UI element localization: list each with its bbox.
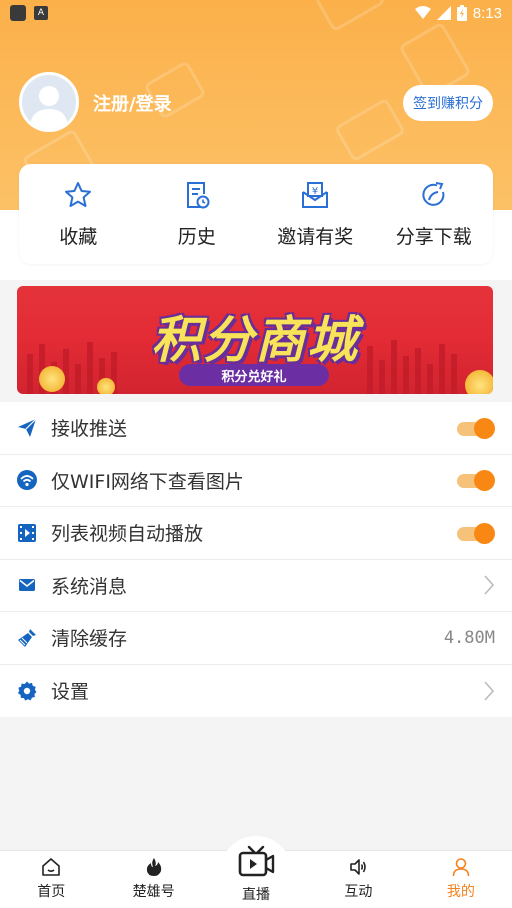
avatar[interactable]	[19, 72, 79, 132]
fire-icon	[146, 858, 161, 876]
share-icon	[422, 182, 445, 206]
nav-label: 我的	[446, 884, 475, 900]
nav-live[interactable]: 直播	[220, 836, 292, 908]
quick-action-label: 邀请有奖	[277, 226, 354, 248]
setting-clear-cache[interactable]: 清除缓存 4.80M	[0, 612, 512, 665]
battery-icon	[456, 5, 467, 21]
default-avatar-icon	[30, 86, 68, 129]
invite-icon: ¥	[302, 182, 329, 208]
quick-action-invite[interactable]: ¥ 邀请有奖	[256, 164, 375, 264]
push-toggle[interactable]	[457, 416, 495, 440]
wifi-images-toggle[interactable]	[457, 468, 495, 492]
quick-action-favorites[interactable]: 收藏	[19, 164, 138, 264]
video-icon	[17, 523, 37, 543]
gear-icon	[17, 681, 37, 701]
banner-subtitle: 积分兑好礼	[179, 364, 329, 386]
keyboard-notification-icon: A	[34, 6, 48, 20]
status-bar: A 8:13	[0, 0, 512, 26]
nav-home[interactable]: 首页	[0, 851, 102, 908]
nav-mine[interactable]: 我的	[410, 851, 512, 908]
coin-decoration	[465, 370, 493, 394]
nav-interact[interactable]: 互动	[307, 851, 409, 908]
star-icon	[65, 182, 92, 207]
header-decoration	[334, 97, 406, 163]
settings-list: 接收推送 仅WIFI网络下查看图片 列表视频自动播放 系统消息 清除缓存 4.8…	[0, 402, 512, 717]
setting-label: 设置	[51, 681, 90, 704]
clock: 8:13	[472, 4, 502, 22]
live-tv-icon	[238, 845, 275, 877]
broom-icon	[17, 628, 37, 648]
cache-size: 4.80M	[443, 627, 495, 648]
quick-action-share[interactable]: 分享下载	[375, 164, 494, 264]
checkin-button[interactable]: 签到赚积分	[403, 85, 493, 121]
chevron-right-icon	[484, 681, 495, 701]
points-mall-banner[interactable]: 积分商城 积分兑好礼	[17, 286, 493, 394]
quick-action-label: 历史	[177, 226, 216, 248]
nav-label: 互动	[344, 884, 373, 900]
nav-chuxiong[interactable]: 楚雄号	[102, 851, 204, 908]
quick-actions-card: 收藏 历史 ¥ 邀请有奖 分享下载	[19, 164, 493, 264]
history-icon	[186, 182, 210, 209]
setting-wifi-images[interactable]: 仅WIFI网络下查看图片	[0, 455, 512, 507]
chevron-right-icon	[484, 575, 495, 595]
setting-system-messages[interactable]: 系统消息	[0, 560, 512, 612]
wifi-status-icon	[414, 6, 431, 19]
send-icon	[17, 418, 37, 438]
mail-icon	[17, 575, 37, 595]
login-link[interactable]: 注册/登录	[93, 90, 172, 116]
setting-label: 系统消息	[51, 575, 128, 598]
quick-action-history[interactable]: 历史	[138, 164, 257, 264]
setting-label: 接收推送	[51, 418, 128, 441]
user-icon	[452, 858, 470, 877]
setting-label: 列表视频自动播放	[51, 523, 204, 546]
nav-label: 楚雄号	[132, 884, 175, 900]
signal-icon	[436, 6, 451, 20]
app-notification-icon	[10, 5, 26, 21]
quick-action-label: 收藏	[59, 226, 98, 248]
banner-title: 积分商城	[151, 311, 359, 369]
setting-autoplay-video[interactable]: 列表视频自动播放	[0, 507, 512, 560]
quick-action-label: 分享下载	[395, 226, 472, 248]
setting-label: 清除缓存	[51, 628, 128, 651]
svg-text:¥: ¥	[312, 186, 318, 197]
speaker-icon	[350, 859, 367, 875]
setting-label: 仅WIFI网络下查看图片	[51, 470, 244, 493]
home-icon	[42, 858, 61, 876]
wifi-icon	[17, 470, 37, 491]
autoplay-toggle[interactable]	[457, 521, 495, 545]
nav-label: 首页	[37, 884, 66, 900]
setting-settings[interactable]: 设置	[0, 665, 512, 718]
nav-label: 直播	[242, 887, 270, 903]
coin-decoration	[97, 378, 115, 394]
setting-push-notifications[interactable]: 接收推送	[0, 402, 512, 455]
